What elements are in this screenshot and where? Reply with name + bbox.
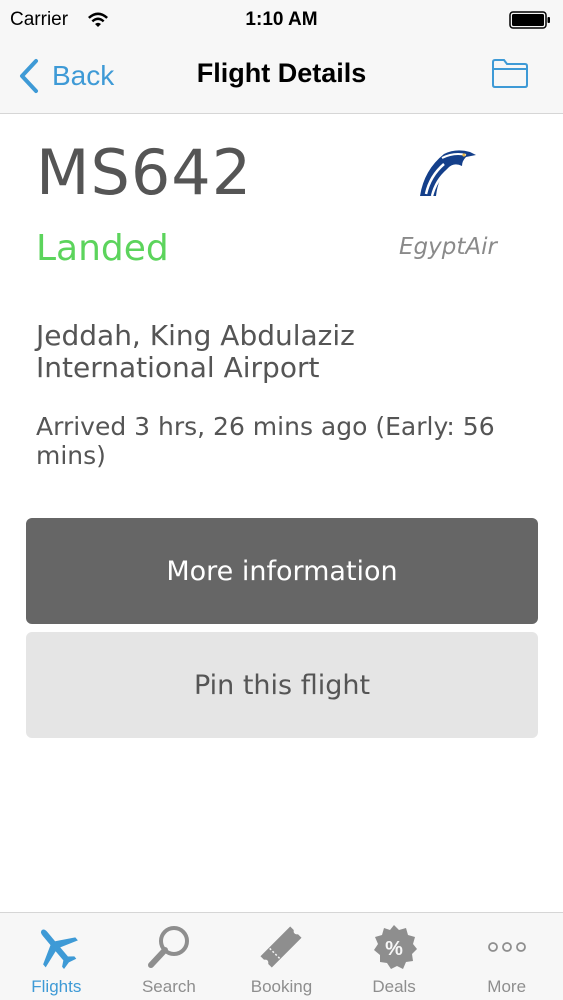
tab-flights[interactable]: Flights	[0, 913, 113, 1000]
flight-details-screen: Carrier 1:10 AM Back Flight Details MS64…	[0, 0, 563, 1000]
tab-deals[interactable]: % Deals	[338, 913, 451, 1000]
airplane-icon	[41, 929, 79, 969]
page-title: Flight Details	[196, 58, 367, 88]
pin-flight-button[interactable]: Pin this flight	[26, 632, 538, 738]
ticket-icon	[260, 926, 302, 968]
more-dots-icon	[487, 942, 526, 952]
arrival-time-info: Arrived 3 hrs, 26 mins ago (Early: 56 mi…	[36, 412, 495, 470]
tab-booking[interactable]: Booking	[225, 913, 338, 1000]
battery-icon	[509, 11, 550, 29]
navigation-bar: Back Flight Details	[0, 40, 563, 114]
egyptair-logo-icon	[420, 150, 476, 197]
airline-name: EgyptAir	[399, 234, 497, 260]
tab-label: Flights	[31, 977, 82, 996]
more-information-button[interactable]: More information	[26, 518, 538, 624]
arrival-airport: Jeddah, King Abdulaziz International Air…	[36, 319, 355, 384]
more-information-label: More information	[166, 555, 398, 587]
clock-label: 1:10 AM	[245, 9, 318, 30]
tab-search[interactable]: Search	[113, 913, 226, 1000]
tab-label: More	[487, 977, 527, 996]
tab-bar: Flights Search Booking % Deals More	[0, 912, 563, 1000]
tab-more[interactable]: More	[450, 913, 563, 1000]
pin-flight-label: Pin this flight	[193, 669, 371, 701]
flight-status: Landed	[36, 228, 169, 269]
flight-number: MS642	[36, 136, 253, 209]
status-bar: Carrier 1:10 AM	[0, 0, 563, 40]
magnifier-icon	[147, 926, 189, 968]
svg-text:%: %	[385, 938, 403, 960]
tab-label: Deals	[372, 977, 416, 996]
tab-label: Search	[141, 977, 196, 996]
folder-icon[interactable]	[491, 57, 529, 89]
tab-label: Booking	[250, 977, 313, 996]
percent-badge-icon: %	[374, 925, 418, 969]
